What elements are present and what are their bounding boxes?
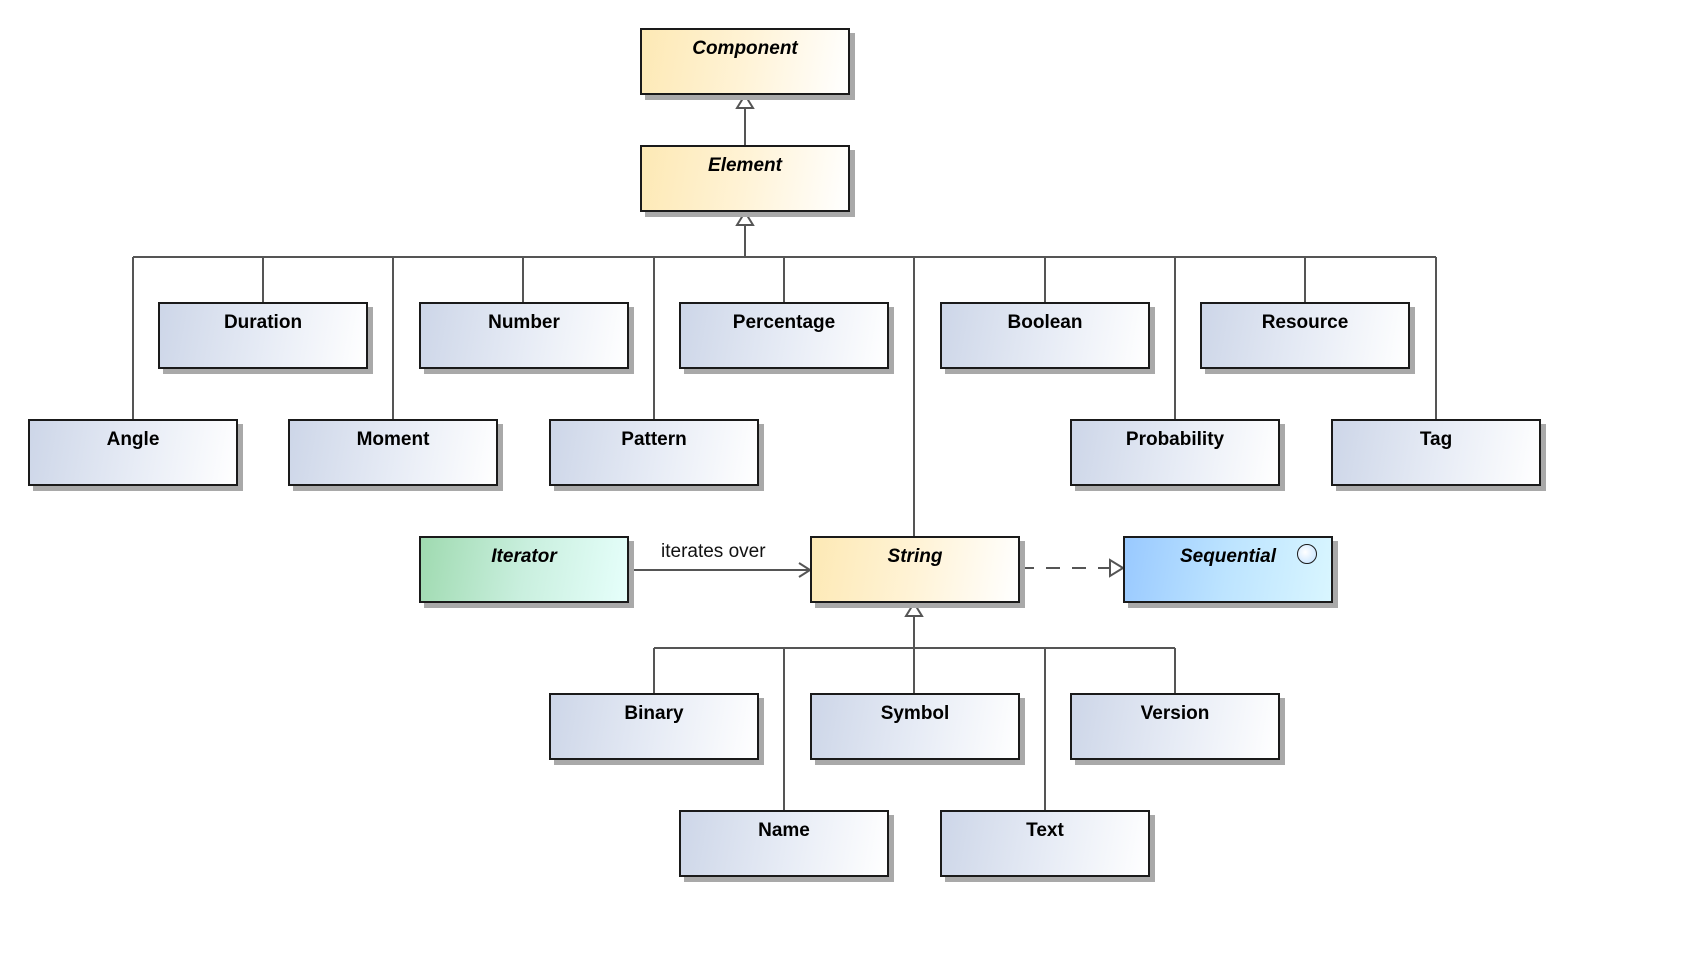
generalization-tree-element bbox=[132, 210, 1437, 536]
class-name: Element bbox=[708, 155, 782, 176]
class-symbol[interactable]: Symbol bbox=[810, 693, 1020, 760]
class-name: Tag bbox=[1419, 429, 1453, 450]
class-boolean[interactable]: Boolean bbox=[940, 302, 1150, 369]
uml-diagram-canvas: Component Element Duration Number Percen… bbox=[0, 0, 1684, 970]
class-name-type[interactable]: Name bbox=[679, 810, 889, 877]
class-iterator[interactable]: Iterator bbox=[419, 536, 629, 603]
realization-string-sequential bbox=[1020, 558, 1125, 578]
association-label: iterates over bbox=[661, 541, 766, 562]
generalization-element-component bbox=[735, 93, 755, 145]
class-resource[interactable]: Resource bbox=[1200, 302, 1410, 369]
class-name: Angle bbox=[106, 429, 160, 450]
class-name: Resource bbox=[1261, 312, 1349, 333]
class-probability[interactable]: Probability bbox=[1070, 419, 1280, 486]
class-component[interactable]: Component bbox=[640, 28, 850, 95]
class-name: Moment bbox=[356, 429, 430, 450]
class-name: Boolean bbox=[1007, 312, 1083, 333]
class-name: Duration bbox=[223, 312, 303, 333]
class-name: Component bbox=[692, 38, 798, 59]
class-binary[interactable]: Binary bbox=[549, 693, 759, 760]
interface-circle-icon bbox=[1297, 544, 1317, 564]
class-name: String bbox=[887, 546, 943, 567]
class-name: Sequential bbox=[1179, 546, 1277, 567]
class-name: Probability bbox=[1125, 429, 1225, 450]
class-name: Version bbox=[1140, 703, 1210, 724]
class-duration[interactable]: Duration bbox=[158, 302, 368, 369]
class-name: Iterator bbox=[491, 546, 557, 567]
interface-sequential[interactable]: Sequential bbox=[1123, 536, 1333, 603]
class-text[interactable]: Text bbox=[940, 810, 1150, 877]
class-name: Text bbox=[1026, 820, 1064, 841]
class-element[interactable]: Element bbox=[640, 145, 850, 212]
class-tag[interactable]: Tag bbox=[1331, 419, 1541, 486]
class-name: Number bbox=[488, 312, 560, 333]
class-pattern[interactable]: Pattern bbox=[549, 419, 759, 486]
class-percentage[interactable]: Percentage bbox=[679, 302, 889, 369]
class-name: Pattern bbox=[621, 429, 687, 450]
class-name: Binary bbox=[624, 703, 684, 724]
class-string[interactable]: String bbox=[810, 536, 1020, 603]
class-angle[interactable]: Angle bbox=[28, 419, 238, 486]
class-version[interactable]: Version bbox=[1070, 693, 1280, 760]
class-moment[interactable]: Moment bbox=[288, 419, 498, 486]
class-name: Percentage bbox=[732, 312, 836, 333]
class-number[interactable]: Number bbox=[419, 302, 629, 369]
class-name: Name bbox=[758, 820, 810, 841]
class-name: Symbol bbox=[880, 703, 950, 724]
association-iterator-string bbox=[629, 562, 812, 578]
